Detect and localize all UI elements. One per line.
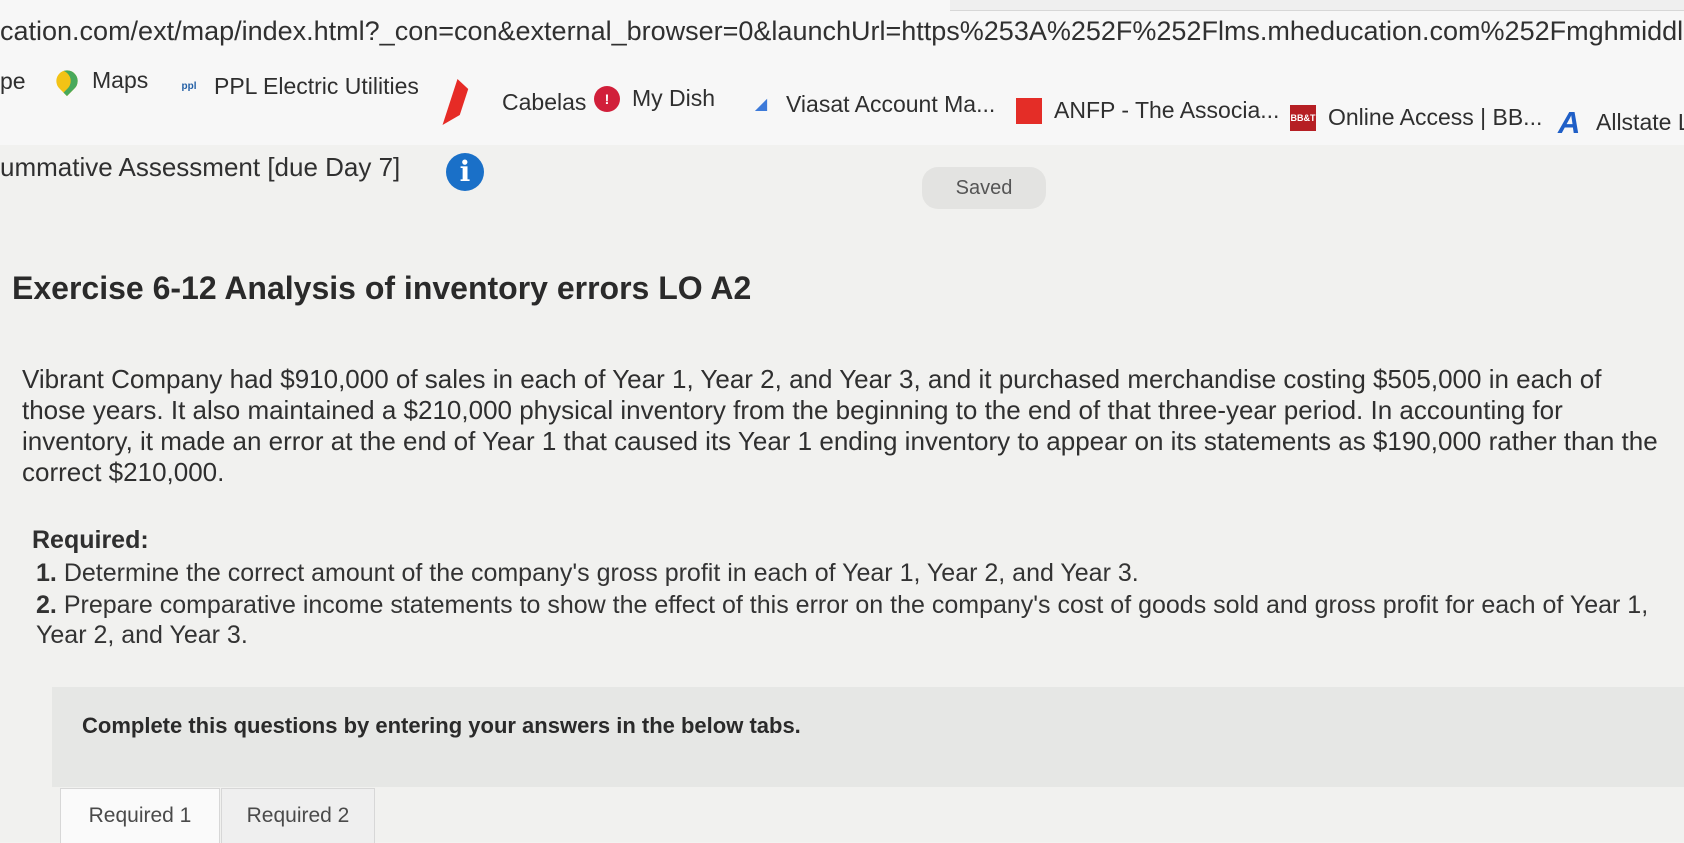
bookmark-label: PPL Electric Utilities (214, 73, 419, 99)
required-heading: Required: (32, 526, 149, 554)
bookmark-label: Maps (92, 67, 149, 93)
exercise-title: Exercise 6-12 Analysis of inventory erro… (12, 270, 752, 306)
dish-icon: ! (594, 85, 620, 112)
tab-required-1[interactable]: Required 1 (60, 788, 220, 843)
requirement-number: 2. (36, 591, 57, 619)
bookmark-label: Online Access | BB... (1328, 104, 1543, 130)
bookmark-online-access[interactable]: BB&T Online Access | BB... (1290, 104, 1542, 131)
address-bar[interactable]: cation.com/ext/map/index.html?_con=con&e… (0, 10, 1684, 52)
bookmark-ppl[interactable]: ppl PPL Electric Utilities (176, 73, 419, 100)
bookmarks-bar: pe Maps ppl PPL Electric Utilities Cabel… (0, 65, 1684, 138)
bbt-icon: BB&T (1290, 104, 1316, 131)
requirement-text: Prepare comparative income statements to… (36, 591, 1649, 649)
bookmark-allstate[interactable]: A Allstate L (1558, 104, 1684, 140)
info-icon[interactable]: i (446, 153, 484, 191)
allstate-icon: A (1558, 104, 1581, 140)
bookmark-partial[interactable]: pe (0, 68, 26, 95)
bookmark-label: ANFP - The Associa... (1054, 97, 1280, 123)
requirement-2: 2. Prepare comparative income statements… (36, 590, 1656, 650)
bookmark-partial-label: pe (0, 68, 26, 94)
bookmark-anfp[interactable]: ANFP - The Associa... (1016, 97, 1279, 124)
bookmark-label: Viasat Account Ma... (786, 91, 996, 117)
maps-pin-icon (51, 65, 83, 96)
cabelas-icon (442, 79, 498, 125)
instructions-text: Complete this questions by entering your… (82, 713, 801, 738)
bookmark-label: Allstate L (1596, 109, 1684, 135)
tab-required-2[interactable]: Required 2 (221, 788, 375, 843)
bookmark-label: My Dish (632, 85, 716, 111)
problem-statement: Vibrant Company had $910,000 of sales in… (22, 364, 1658, 487)
requirements-list: 1. Determine the correct amount of the c… (36, 558, 1656, 652)
ppl-icon: ppl (181, 80, 197, 92)
bookmark-cabelas[interactable]: Cabelas (442, 79, 587, 125)
answer-tabs: Required 1 Required 2 (60, 788, 390, 843)
viasat-icon: ◢ (754, 95, 768, 113)
saved-status-badge: Saved (922, 167, 1046, 209)
requirement-number: 1. (36, 559, 57, 587)
bookmark-label: Cabelas (502, 88, 587, 115)
bookmark-maps[interactable]: Maps (51, 65, 149, 96)
anfp-icon (1016, 97, 1042, 124)
bookmark-viasat[interactable]: ◢ Viasat Account Ma... (748, 91, 995, 118)
bookmark-my-dish[interactable]: ! My Dish (594, 85, 715, 112)
requirement-text: Determine the correct amount of the comp… (63, 559, 1139, 587)
assessment-title: ummative Assessment [due Day 7] (0, 152, 401, 182)
browser-chrome: cation.com/ext/map/index.html?_con=con&e… (0, 0, 1684, 160)
requirement-1: 1. Determine the correct amount of the c… (36, 558, 1656, 588)
